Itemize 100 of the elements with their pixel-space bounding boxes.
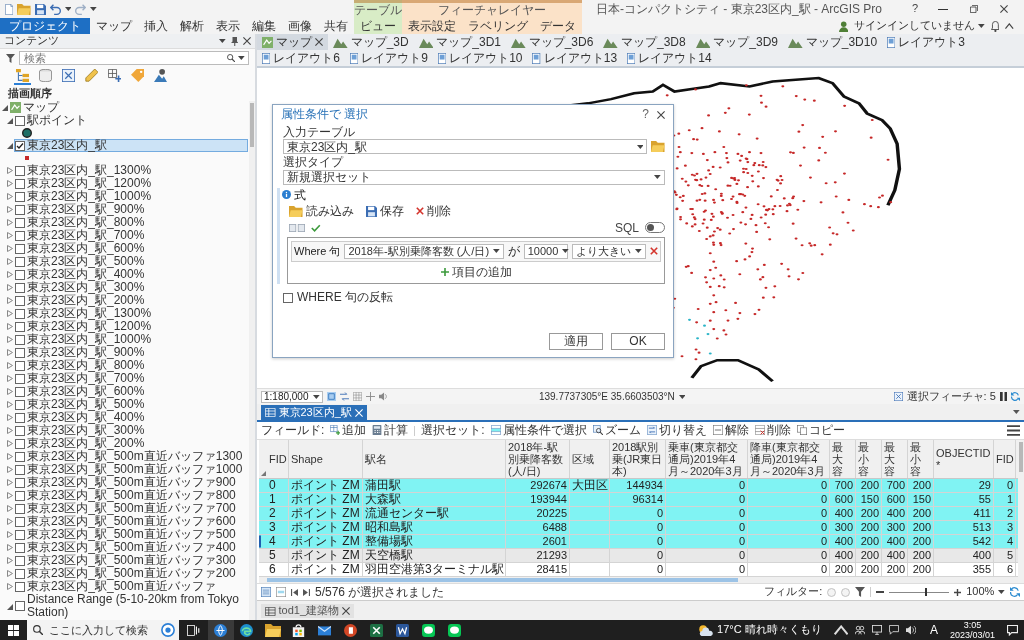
expander-icon[interactable] (7, 466, 13, 473)
network-icon[interactable] (888, 625, 899, 635)
caret-icon[interactable] (90, 7, 98, 11)
expander-icon[interactable] (7, 232, 13, 239)
selection-type-dropdown[interactable]: 新規選択セット (283, 169, 665, 185)
task-view-icon[interactable] (187, 624, 200, 636)
expander-icon[interactable] (7, 310, 13, 317)
layer-checkbox[interactable] (15, 191, 25, 202)
refresh-icon[interactable] (1011, 392, 1020, 401)
help-button[interactable]: ? (905, 2, 924, 16)
expander-icon[interactable] (7, 284, 13, 291)
caret-icon[interactable] (678, 394, 686, 399)
undo-icon[interactable] (49, 3, 61, 15)
column-header[interactable]: OBJECTID * (934, 440, 994, 478)
input-table-dropdown[interactable]: 東京23区内_駅 (283, 139, 648, 155)
column-header[interactable]: Shape (289, 440, 363, 478)
ribbon-tab[interactable]: 解析 (174, 18, 210, 34)
layer-checkbox[interactable] (15, 451, 25, 462)
expander-icon[interactable] (7, 297, 13, 304)
caret-icon[interactable] (64, 7, 72, 11)
expander-icon[interactable] (7, 193, 13, 200)
expander-icon[interactable] (7, 245, 13, 252)
layer-checkbox[interactable] (15, 477, 25, 488)
help-button[interactable]: ? (642, 107, 649, 122)
all-records-icon[interactable] (261, 587, 271, 597)
table-row[interactable]: 5 ポイント ZM 天空橋駅 21293 0 0 0 400 200 400 200 400 5 (259, 549, 1018, 563)
input-mode-indicator[interactable]: A (923, 622, 944, 638)
dialog-button[interactable]: OK (611, 333, 665, 350)
arrows-icon[interactable] (340, 392, 349, 401)
expander-icon[interactable] (7, 271, 13, 278)
expander-icon[interactable] (7, 414, 13, 421)
table-tab[interactable]: tod1_建築物 (261, 604, 355, 618)
ribbon-tab[interactable]: 表示設定 (402, 18, 462, 34)
layer-checkbox[interactable] (15, 555, 25, 566)
map-tab[interactable]: マップ_3D9 (690, 34, 784, 50)
table-row[interactable]: 3 ポイント ZM 昭和島駅 6488 0 0 0 300 200 300 200 513 3 (259, 521, 1018, 535)
layer-checkbox[interactable] (15, 464, 25, 475)
layer-checkbox[interactable] (15, 373, 25, 384)
map-tab[interactable]: マップ (257, 34, 328, 50)
ribbon-tab[interactable]: 表示 (210, 18, 246, 34)
column-header[interactable]: 乗車(東京都交通局)2019年4月～2020年3月 (666, 440, 748, 478)
layer-checkbox[interactable] (15, 386, 25, 397)
vertical-scrollbar[interactable] (249, 101, 255, 620)
layer-checkbox[interactable] (15, 321, 25, 332)
people-icon[interactable] (854, 625, 865, 635)
expander-icon[interactable] (7, 117, 13, 124)
layer-checkbox[interactable] (15, 503, 25, 514)
ribbon-tab[interactable]: 挿入 (138, 18, 174, 34)
layer-checkbox[interactable] (15, 217, 25, 228)
toolbar-button[interactable]: ズーム (592, 423, 641, 438)
expander-icon[interactable] (7, 362, 13, 369)
restore-icon[interactable] (970, 5, 978, 13)
layer-item[interactable]: Distance Range (5-10-20km from Tokyo Station) (14, 593, 248, 619)
vertical-scrollbar[interactable] (1018, 440, 1024, 583)
expander-icon[interactable] (7, 323, 13, 330)
pane-view-tab[interactable] (152, 68, 169, 85)
slider-thumb[interactable] (925, 588, 928, 596)
layer-checkbox[interactable] (15, 581, 25, 592)
layer-checkbox[interactable] (15, 360, 25, 371)
bell-icon[interactable] (990, 20, 1000, 32)
mode-toggle-icon[interactable] (289, 223, 305, 232)
taskbar-search-field[interactable]: ここに入力して検索 (27, 620, 179, 640)
value-dropdown[interactable]: 10000 (523, 243, 569, 259)
column-header[interactable]: 降車(東京都交通局)2019年4月～2020年3月 (748, 440, 830, 478)
expander-icon[interactable] (7, 583, 13, 590)
expander-icon[interactable] (7, 557, 13, 564)
check-icon[interactable] (311, 223, 321, 232)
caret-icon[interactable] (1013, 410, 1020, 414)
layer-checkbox[interactable] (15, 269, 25, 280)
pane-view-tab[interactable] (106, 68, 123, 85)
column-header[interactable]: 2018年-駅別乗降客数 (人/日) (506, 440, 570, 478)
ribbon-tab[interactable]: ラベリング (462, 18, 534, 34)
ribbon-tab[interactable]: 共有 (318, 18, 354, 34)
zoom-in-icon[interactable] (954, 588, 962, 596)
expander-icon[interactable] (7, 544, 13, 551)
ribbon-tab[interactable]: 編集 (246, 18, 282, 34)
expander-icon[interactable] (7, 453, 13, 460)
toolbar-button[interactable]: 切り替え (646, 423, 707, 438)
minimize-icon[interactable] (938, 8, 948, 10)
display-icon[interactable] (871, 625, 882, 635)
map-tab[interactable]: マップ_3D10 (783, 34, 883, 50)
expander-icon[interactable] (7, 427, 13, 434)
column-header[interactable]: 2018駅別乗(JR東日本) (610, 440, 666, 478)
layer-item[interactable]: 東京23区内_駅_1300% (14, 164, 248, 177)
expander-icon[interactable] (7, 492, 13, 499)
toolbar-button[interactable]: 削除 (754, 423, 791, 438)
zoom-level-dropdown[interactable]: 100% (966, 585, 1005, 599)
layer-checkbox[interactable] (15, 490, 25, 501)
caret-icon[interactable] (218, 39, 226, 43)
column-header[interactable]: 最大容 (882, 440, 908, 478)
expander-icon[interactable] (7, 336, 13, 343)
expander-icon[interactable] (7, 531, 13, 538)
menu-icon[interactable] (1006, 425, 1020, 436)
table-row[interactable]: 4 ポイント ZM 整備場駅 2601 0 0 0 400 200 400 200 542 4 (259, 535, 1018, 549)
column-header[interactable]: FID (267, 440, 289, 478)
layer-checkbox[interactable] (15, 282, 25, 293)
delete-icon[interactable] (650, 247, 658, 256)
expander-icon[interactable] (7, 388, 13, 395)
layer-checkbox[interactable] (15, 178, 25, 189)
windows-logo-icon[interactable] (8, 624, 19, 636)
